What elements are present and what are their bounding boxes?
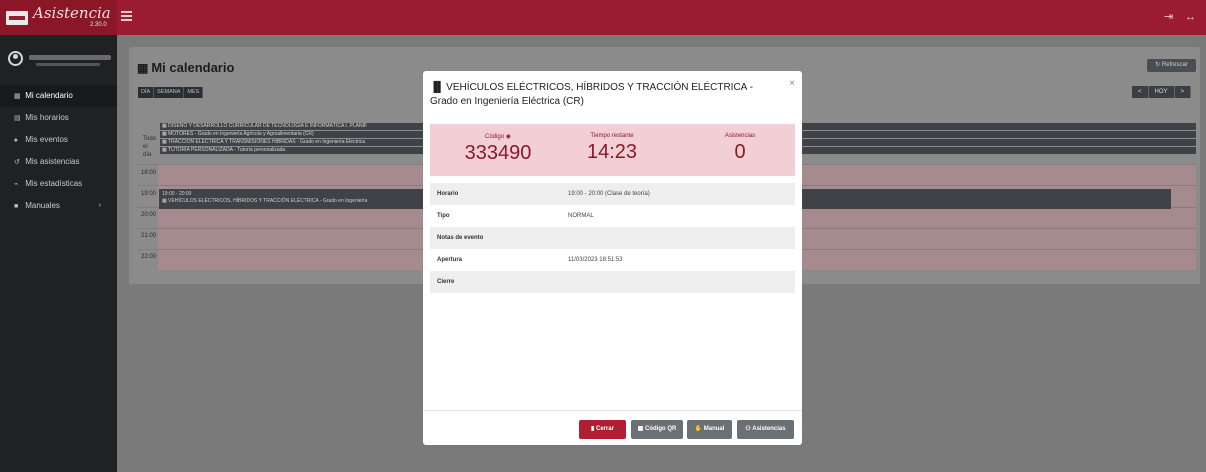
manual-button[interactable]: ✋ Manual — [687, 420, 732, 439]
code-value: 333490 — [464, 142, 532, 164]
brand[interactable]: Asistencia 2.30.0 — [0, 0, 117, 35]
refresh-button[interactable]: ↻ Refrescar — [1147, 59, 1196, 72]
sidebar-item-label: Manuales — [25, 201, 60, 210]
info-row-notas: Notas de evento — [430, 227, 795, 249]
university-logo — [6, 11, 28, 25]
calendar-icon: ▦ — [137, 61, 149, 75]
attendance-stat: Asistencias 0 — [690, 133, 790, 163]
schedule-icon: ▤ — [14, 115, 21, 122]
attendance-label: Asistencias — [724, 133, 756, 139]
modal-footer-divider — [423, 410, 802, 411]
hamburger-icon[interactable] — [121, 11, 132, 21]
close-session-icon: ▮ — [591, 426, 595, 432]
time-label: 18:00 — [141, 170, 157, 176]
book-icon: ■ — [14, 203, 19, 210]
user-avatar-icon — [8, 51, 23, 66]
calendar-icon: ▦ — [14, 93, 21, 100]
time-label: Tiempo restante — [590, 133, 634, 139]
time-value: 14:23 — [586, 141, 638, 163]
code-label: Código — [485, 134, 505, 140]
view-month-button[interactable]: MES — [184, 87, 204, 98]
time-stat: Tiempo restante 14:23 — [562, 133, 662, 163]
prev-button[interactable]: < — [1132, 86, 1149, 98]
sidebar-item-label: Mi calendario — [25, 91, 73, 100]
sidebar-item-label: Mis horarios — [25, 113, 69, 122]
page-title: ▦ Mi calendario — [137, 60, 235, 75]
info-row-tipo: Tipo NORMAL — [437, 213, 594, 219]
qr-icon: ▦ — [637, 426, 644, 432]
fullscreen-icon[interactable]: ↔ — [1185, 12, 1196, 23]
sidebar-item-label: Mis eventos — [25, 135, 68, 144]
code-stat: Código ◉ 333490 — [448, 133, 548, 164]
event-title: VEHÍCULOS ELÉCTRICOS, HÍBRIDOS Y TRACCIÓ… — [168, 198, 368, 204]
app-name: Asistencia — [33, 4, 111, 22]
logout-icon[interactable]: ⇥ — [1164, 12, 1173, 23]
hand-icon: ✋ — [694, 426, 703, 432]
time-label: 21:00 — [141, 233, 157, 239]
time-label: 19:00 — [141, 191, 157, 197]
bell-icon: ♠ — [14, 137, 18, 144]
top-bar: Asistencia 2.30.0 ⇥ ↔ — [0, 0, 1206, 35]
allday-label: Todo el día — [143, 136, 157, 158]
sidebar-item-mis-estadisticas[interactable]: ⌁ Mis estadísticas — [0, 173, 117, 195]
info-row-apertura: Apertura 11/03/2023 18:51:53 — [437, 257, 623, 263]
info-row-cierre: Cierre — [430, 271, 795, 293]
next-button[interactable]: > — [1174, 86, 1192, 98]
sidebar-item-mi-calendario[interactable]: ▦ Mi calendario — [0, 85, 117, 107]
sidebar-item-mis-asistencias[interactable]: ↺ Mis asistencias — [0, 151, 117, 173]
refresh-icon: ↻ — [1155, 62, 1161, 68]
view-day-button[interactable]: DÍA — [138, 87, 155, 98]
eye-icon[interactable]: ◉ — [506, 133, 511, 140]
user-name-redacted — [29, 55, 111, 60]
view-switcher: DÍA SEMANA MES — [138, 87, 204, 98]
attendances-button[interactable]: ⚇ Asistencias — [737, 420, 794, 439]
classroom-icon: ▐▌ — [430, 82, 445, 93]
time-label: 20:00 — [141, 212, 157, 218]
attendance-value: 0 — [734, 141, 746, 163]
view-week-button[interactable]: SEMANA — [154, 87, 185, 98]
today-button[interactable]: HOY — [1148, 86, 1175, 98]
sidebar: ▦ Mi calendario ▤ Mis horarios ♠ Mis eve… — [0, 35, 117, 472]
sidebar-item-mis-eventos[interactable]: ♠ Mis eventos — [0, 129, 117, 151]
user-email-redacted — [36, 63, 100, 66]
sidebar-item-manuales[interactable]: ■ Manuales › — [0, 195, 117, 217]
chevron-right-icon: › — [98, 202, 101, 209]
time-label: 22:00 — [141, 254, 157, 260]
history-icon: ↺ — [14, 159, 20, 166]
stats-panel: Código ◉ 333490 Tiempo restante 14:23 As… — [430, 124, 795, 176]
qr-code-button[interactable]: ▦ Código QR — [631, 420, 683, 439]
sidebar-item-mis-horarios[interactable]: ▤ Mis horarios — [0, 107, 117, 129]
close-icon[interactable]: × — [789, 78, 795, 89]
sidebar-item-label: Mis estadísticas — [25, 179, 83, 188]
date-nav: < HOY > — [1132, 86, 1192, 98]
close-button[interactable]: ▮ Cerrar — [579, 420, 626, 439]
modal-title: ▐▌ VEHÍCULOS ELÉCTRICOS, HÍBRIDOS Y TRACC… — [430, 82, 753, 107]
event-modal: ▐▌ VEHÍCULOS ELÉCTRICOS, HÍBRIDOS Y TRACC… — [423, 71, 802, 445]
sidebar-item-label: Mis asistencias — [25, 157, 80, 166]
info-row-horario: Horario 19:00 - 20:00 (Clase de teoría) — [430, 183, 795, 205]
app-version: 2.30.0 — [90, 22, 107, 28]
users-icon: ⚇ — [745, 426, 751, 432]
chart-icon: ⌁ — [14, 181, 19, 188]
